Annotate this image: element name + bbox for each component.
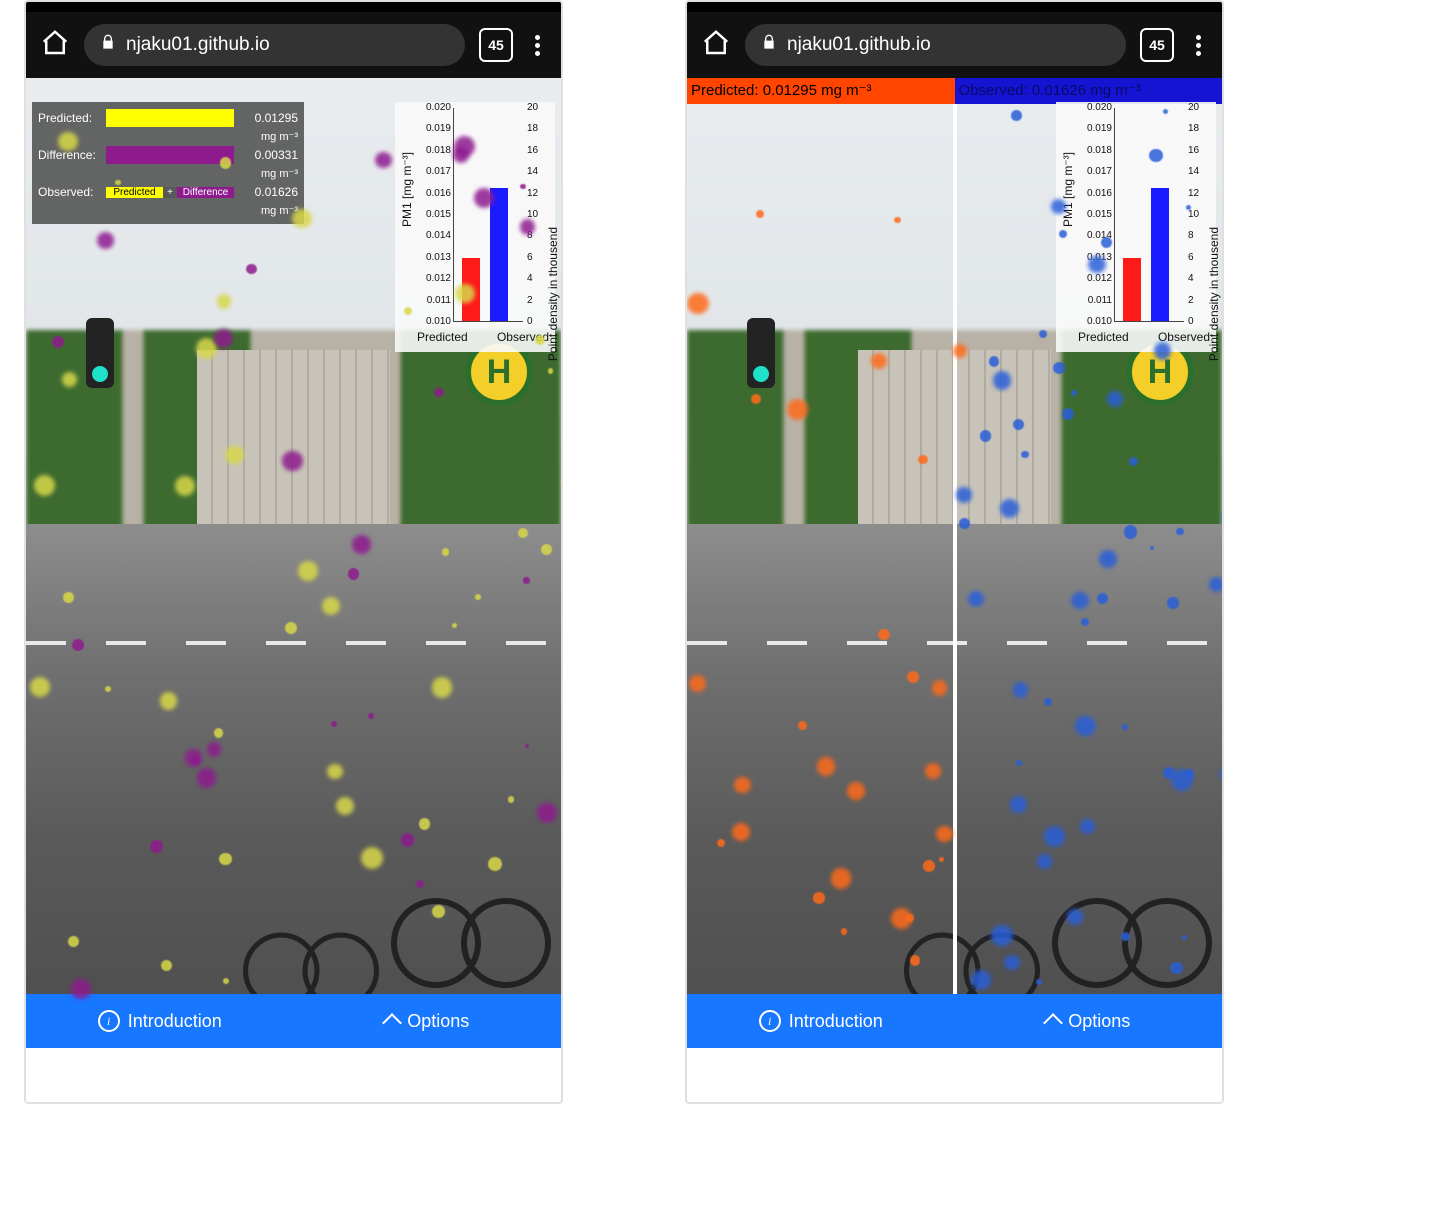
browser-bar: njaku01.github.io 45 <box>687 12 1222 78</box>
traffic-light-icon <box>86 318 114 388</box>
phone-right: njaku01.github.io 45 Predicted: 0.01295 … <box>685 0 1224 1104</box>
ar-viewport-left[interactable]: Predicted: 0.01295 mg m⁻³ Difference: 0.… <box>26 78 561 1048</box>
split-divider <box>953 104 957 1048</box>
status-bar <box>26 2 561 12</box>
status-bar <box>687 2 1222 12</box>
options-button[interactable]: Options <box>955 994 1223 1048</box>
url-host: njaku01.github.io <box>787 34 931 56</box>
legend-predicted-label: Predicted: <box>38 111 102 125</box>
chart-bar-predicted <box>1123 258 1141 321</box>
legend-swatch-difference <box>106 146 234 164</box>
chart-bar-observed <box>1151 188 1169 321</box>
overflow-menu-icon[interactable] <box>1188 32 1208 59</box>
chart-left-ticks: 0.0200.0190.0180.0170.0160.0150.0140.013… <box>1076 108 1112 322</box>
introduction-button[interactable]: i Introduction <box>26 994 294 1048</box>
home-icon[interactable] <box>40 28 70 63</box>
chart-ylabel-left: PM1 [mg m⁻³] <box>1061 152 1075 227</box>
tab-count[interactable]: 45 <box>479 28 513 62</box>
legend-observed-label: Observed: <box>38 185 102 199</box>
traffic-light-icon <box>747 318 775 388</box>
ar-viewport-right[interactable]: Predicted: 0.01295 mg m⁻³ Observed: 0.01… <box>687 78 1222 1048</box>
chart-bar-observed <box>490 188 508 321</box>
lock-icon <box>100 34 116 56</box>
legend-panel: Predicted: 0.01295 mg m⁻³ Difference: 0.… <box>32 102 304 224</box>
info-icon: i <box>759 1010 781 1032</box>
overflow-menu-icon[interactable] <box>527 32 547 59</box>
options-button[interactable]: Options <box>294 994 562 1048</box>
url-bar[interactable]: njaku01.github.io <box>84 24 465 66</box>
chart-ylabel-left: PM1 [mg m⁻³] <box>400 152 414 227</box>
home-icon[interactable] <box>701 28 731 63</box>
bottom-nav: i Introduction Options <box>26 994 561 1048</box>
chart-xlabel-predicted: Predicted <box>417 330 468 344</box>
legend-swatch-predicted <box>106 109 234 127</box>
banner-observed: Observed: 0.01626 mg m⁻³ <box>955 78 1225 104</box>
phone-left: njaku01.github.io 45 Predicted: 0.01295 <box>24 0 563 1104</box>
legend-swatch-observed: Predicted + Difference <box>106 183 234 201</box>
legend-difference-value: 0.00331 <box>238 148 298 162</box>
chart-plot-area <box>1114 108 1184 322</box>
legend-observed-value: 0.01626 <box>238 185 298 199</box>
info-icon: i <box>98 1010 120 1032</box>
bicycle-icon <box>1052 868 1212 988</box>
chevron-up-icon <box>1043 1013 1063 1033</box>
chart-left-ticks: 0.0200.0190.0180.0170.0160.0150.0140.013… <box>415 108 451 322</box>
chart-xlabel-predicted: Predicted <box>1078 330 1129 344</box>
tab-count[interactable]: 45 <box>1140 28 1174 62</box>
browser-bar: njaku01.github.io 45 <box>26 12 561 78</box>
introduction-button[interactable]: i Introduction <box>687 994 955 1048</box>
chart-panel: 0.0200.0190.0180.0170.0160.0150.0140.013… <box>1056 102 1216 352</box>
chevron-up-icon <box>382 1013 402 1033</box>
bottom-nav: i Introduction Options <box>687 994 1222 1048</box>
bicycle-icon <box>391 868 551 988</box>
legend-predicted-value: 0.01295 <box>238 111 298 125</box>
url-host: njaku01.github.io <box>126 34 270 56</box>
banner-predicted: Predicted: 0.01295 mg m⁻³ <box>687 78 963 104</box>
lock-icon <box>761 34 777 56</box>
url-bar[interactable]: njaku01.github.io <box>745 24 1126 66</box>
